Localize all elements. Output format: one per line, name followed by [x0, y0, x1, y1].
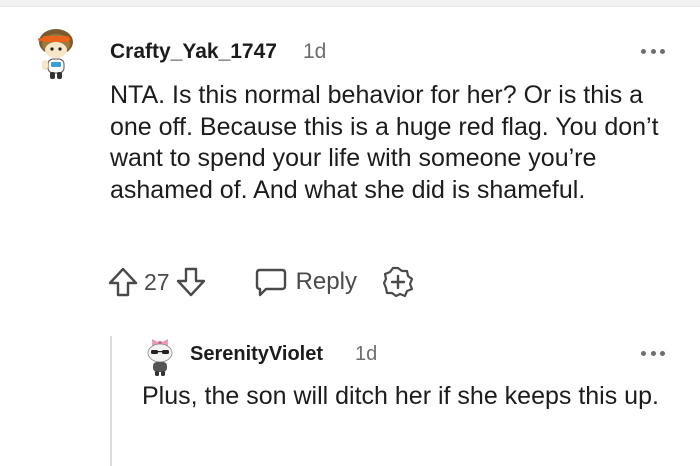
- reply-button[interactable]: Reply: [254, 266, 357, 298]
- reply-timestamp: 1d: [355, 343, 378, 365]
- comment-body: NTA. Is this normal behavior for her? Or…: [110, 81, 659, 204]
- reply-username[interactable]: SerenityViolet: [190, 343, 323, 366]
- top-divider: [0, 0, 700, 7]
- more-dots-icon: [641, 350, 646, 356]
- snoo-avatar-icon: [147, 339, 173, 376]
- snoo-avatar-icon: [38, 29, 73, 79]
- downvote-arrow-icon: [176, 267, 205, 297]
- reply-user-avatar[interactable]: [142, 335, 178, 377]
- reply-label: Reply: [295, 268, 357, 295]
- downvote-button[interactable]: [174, 265, 208, 299]
- speech-bubble-icon: [255, 268, 286, 297]
- comment-timestamp: 1d: [303, 40, 327, 63]
- more-options-button[interactable]: [641, 47, 665, 55]
- upvote-button[interactable]: [106, 265, 140, 299]
- user-avatar[interactable]: [34, 26, 78, 82]
- reply-body: Plus, the son will ditch her if she keep…: [142, 382, 659, 410]
- award-plus-icon: [382, 266, 414, 298]
- comment-actions: 27 Reply: [106, 262, 415, 302]
- thread-line[interactable]: [110, 336, 112, 466]
- more-dots-icon: [641, 48, 646, 54]
- comment-username[interactable]: Crafty_Yak_1747: [110, 40, 277, 64]
- upvote-arrow-icon: [108, 267, 138, 297]
- reply-more-options-button[interactable]: [641, 349, 665, 357]
- award-button[interactable]: [381, 265, 415, 299]
- vote-score: 27: [144, 268, 170, 295]
